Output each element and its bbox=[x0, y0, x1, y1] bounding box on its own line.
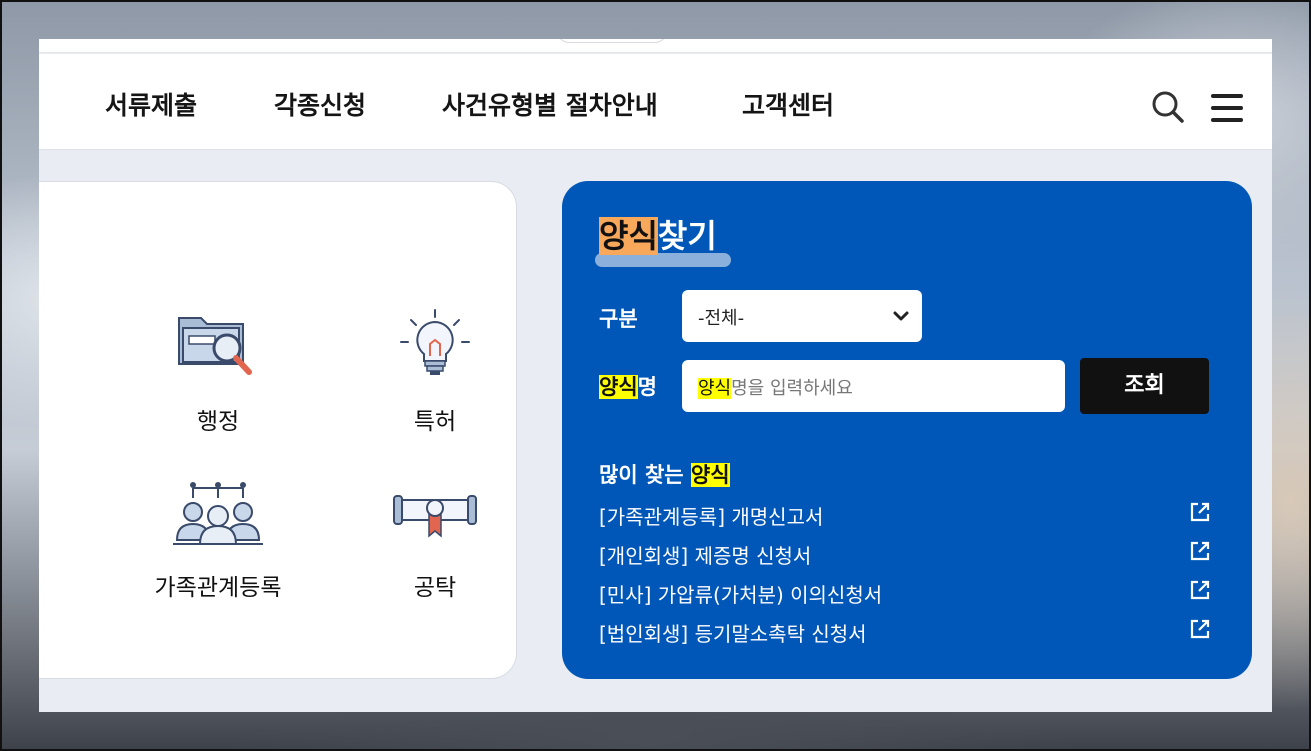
category-card: 행정 특허 가족관계등록 공탁 bbox=[39, 181, 517, 679]
popular-form-link[interactable]: [법인회생] 등기말소촉탁 신청서 bbox=[599, 618, 1211, 657]
placeholder-rest: 명을 입력하세요 bbox=[731, 378, 853, 399]
nav-item-applications[interactable]: 각종신청 bbox=[274, 86, 366, 122]
nav-item-procedure-guide[interactable]: 사건유형별 절차안내 bbox=[442, 86, 658, 122]
form-search-title: 양식찾기 bbox=[599, 211, 717, 257]
lightbulb-icon bbox=[400, 309, 470, 375]
category-label: 특허 bbox=[413, 409, 457, 435]
external-link-icon bbox=[1190, 502, 1210, 522]
popular-form-label: [법인회생] 등기말소촉탁 신청서 bbox=[599, 622, 867, 646]
label-rest: 명 bbox=[637, 375, 657, 399]
popular-forms-title: 많이 찾는 양식 bbox=[599, 459, 730, 489]
category-label: 공탁 bbox=[413, 575, 457, 601]
popular-form-label: [가족관계등록] 개명신고서 bbox=[599, 505, 824, 529]
category-label: 행정 bbox=[196, 409, 240, 435]
popular-forms-list: [가족관계등록] 개명신고서 [개인회생] 제증명 신청서 [민사] 가압류(가… bbox=[599, 501, 1211, 657]
category-patent[interactable]: 특허 bbox=[335, 308, 535, 436]
form-name-input[interactable]: 양식명을 입력하세요 bbox=[682, 360, 1065, 412]
popular-form-link[interactable]: [개인회생] 제증명 신청서 bbox=[599, 540, 1211, 579]
category-label: 가족관계등록 bbox=[154, 575, 282, 601]
title-highlight: 양식 bbox=[599, 217, 658, 255]
family-group-icon bbox=[173, 482, 263, 545]
nav-item-document-submit[interactable]: 서류제출 bbox=[105, 86, 197, 122]
search-icon[interactable] bbox=[1151, 90, 1185, 124]
label-highlight: 양식 bbox=[599, 375, 638, 399]
category-family-registration[interactable]: 가족관계등록 bbox=[118, 480, 318, 602]
popular-form-link[interactable]: [민사] 가압류(가처분) 이의신청서 bbox=[599, 579, 1211, 618]
category-select[interactable]: -전체- bbox=[682, 290, 922, 342]
global-nav: 서류제출 각종신청 사건유형별 절차안내 고객센터 bbox=[39, 54, 1272, 150]
form-name-label: 양식명 bbox=[599, 371, 657, 401]
title-rest: 찾기 bbox=[657, 217, 717, 255]
main-panel: 서류제출 각종신청 사건유형별 절차안내 고객센터 행정 특허 가족관계등록 공… bbox=[39, 39, 1272, 712]
popular-form-label: [민사] 가압류(가처분) 이의신청서 bbox=[599, 583, 883, 607]
popular-form-label: [개인회생] 제증명 신청서 bbox=[599, 544, 812, 568]
chevron-down-icon bbox=[893, 311, 909, 321]
external-link-icon bbox=[1190, 580, 1210, 600]
popular-title-highlight: 양식 bbox=[690, 463, 730, 487]
form-search-box: 양식찾기 구분 -전체- 양식명 양식명을 입력하세요 조회 많이 찾는 양식 … bbox=[562, 181, 1252, 679]
external-link-icon bbox=[1190, 541, 1210, 561]
nav-item-customer-center[interactable]: 고객센터 bbox=[742, 86, 834, 122]
external-link-icon bbox=[1190, 619, 1210, 639]
category-administrative[interactable]: 행정 bbox=[118, 308, 318, 436]
placeholder-highlight: 양식 bbox=[698, 378, 732, 399]
popular-form-link[interactable]: [가족관계등록] 개명신고서 bbox=[599, 501, 1211, 540]
category-selected-value: -전체- bbox=[698, 308, 745, 329]
category-deposit[interactable]: 공탁 bbox=[335, 480, 535, 602]
category-label: 구분 bbox=[599, 307, 638, 331]
search-submit-button[interactable]: 조회 bbox=[1080, 358, 1209, 414]
popular-title-prefix: 많이 찾는 bbox=[599, 463, 691, 487]
hamburger-menu-icon[interactable] bbox=[1209, 94, 1245, 122]
certificate-scroll-icon bbox=[393, 495, 477, 538]
folder-search-icon bbox=[178, 317, 252, 375]
top-tab-handle[interactable] bbox=[557, 39, 667, 43]
